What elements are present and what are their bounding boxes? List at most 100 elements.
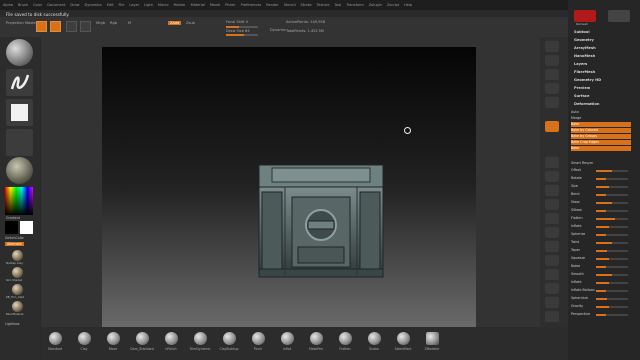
menu-item[interactable]: Preferences	[241, 3, 262, 7]
menu-item[interactable]: Picker	[225, 3, 235, 7]
slider-track[interactable]	[596, 186, 628, 188]
tray-section-6[interactable]: Geometry HD	[574, 78, 601, 82]
projection-master-button[interactable]: Projection Master	[6, 21, 37, 25]
brush-icon[interactable]	[78, 332, 91, 345]
slider-track[interactable]	[596, 226, 628, 228]
view-control-button[interactable]	[545, 269, 559, 280]
tray-section-7[interactable]: Preview	[574, 86, 590, 90]
menu-item[interactable]: Transform	[346, 3, 363, 7]
deformation-list-item[interactable]: Bake Crop Edges	[571, 140, 631, 145]
menu-item[interactable]: Material	[191, 3, 205, 7]
material-sphere-icon[interactable]	[12, 267, 23, 278]
slider-track[interactable]	[596, 306, 628, 308]
brush-icon[interactable]	[252, 332, 265, 345]
brush-icon[interactable]	[194, 332, 207, 345]
menu-item[interactable]: Edit	[107, 3, 114, 7]
deformation-slider[interactable]: Sphericize	[571, 296, 631, 301]
view-control-button[interactable]	[545, 121, 559, 132]
edit-button[interactable]	[36, 21, 47, 32]
view-control-button[interactable]	[545, 199, 559, 210]
tray-section-2[interactable]: ArrayMesh	[574, 46, 596, 50]
material-sphere-icon[interactable]	[12, 250, 23, 261]
slider-track[interactable]	[596, 242, 628, 244]
view-control-button[interactable]	[545, 97, 559, 108]
deformation-list-item[interactable]: Bake by Colored	[571, 128, 631, 133]
brush-icon[interactable]	[107, 332, 120, 345]
menu-item[interactable]: Tool	[335, 3, 342, 7]
alternate-button[interactable]: Alternate	[5, 242, 24, 246]
slider-track[interactable]	[596, 194, 628, 196]
menu-item[interactable]: Texture	[317, 3, 330, 7]
menu-item[interactable]: Color	[33, 3, 42, 7]
view-control-button[interactable]	[545, 185, 559, 196]
slider-track[interactable]	[596, 234, 628, 236]
stroke-icon[interactable]	[6, 69, 33, 96]
slider-track[interactable]	[596, 266, 628, 268]
deformation-slider[interactable]: SSkew	[571, 208, 631, 213]
dynamic-button[interactable]: Dynamic	[270, 28, 286, 32]
menu-item[interactable]: File	[119, 3, 125, 7]
view-control-button[interactable]	[545, 213, 559, 224]
slider-track[interactable]	[596, 314, 628, 316]
deformation-list-item[interactable]: Bake by Groups	[571, 134, 631, 139]
deformation-list-item[interactable]: Merge	[571, 116, 631, 121]
material-sphere-icon[interactable]	[12, 301, 23, 312]
brush-icon[interactable]	[281, 332, 294, 345]
brush-icon[interactable]	[49, 332, 62, 345]
deformation-slider[interactable]: Bend	[571, 192, 631, 197]
texture-thumbnail[interactable]	[6, 129, 33, 156]
deformation-slider[interactable]: Flatten	[571, 216, 631, 221]
focal-shift-slider[interactable]	[226, 26, 258, 28]
view-control-button[interactable]	[545, 69, 559, 80]
slider-track[interactable]	[596, 170, 628, 172]
smart-resym-row[interactable]: Smart Resym	[571, 161, 631, 166]
primary-color-swatch[interactable]	[5, 221, 18, 234]
menu-item[interactable]: Help	[404, 3, 412, 7]
menu-item[interactable]: Stroke	[301, 3, 312, 7]
deformation-slider[interactable]: Skew	[571, 200, 631, 205]
deformation-slider[interactable]: Squeeze	[571, 256, 631, 261]
move-button[interactable]	[66, 21, 77, 32]
tray-section-5[interactable]: FiberMesh	[574, 70, 595, 74]
view-control-button[interactable]	[545, 157, 559, 168]
deformation-slider[interactable]: Size	[571, 184, 631, 189]
material-sphere-icon[interactable]	[12, 284, 23, 295]
draw-button[interactable]	[50, 21, 61, 32]
deformation-slider[interactable]: Rotate	[571, 176, 631, 181]
slider-track[interactable]	[596, 178, 628, 180]
auto-row[interactable]: Auto	[571, 110, 631, 115]
deformation-slider[interactable]: Gravity	[571, 304, 631, 309]
brush-icon[interactable]	[397, 332, 410, 345]
slider-track[interactable]	[596, 202, 628, 204]
deformation-slider[interactable]: Spherize	[571, 232, 631, 237]
menu-item[interactable]: Alpha	[3, 3, 13, 7]
brush-icon[interactable]	[223, 332, 236, 345]
slider-track[interactable]	[596, 290, 628, 292]
brush-icon[interactable]	[426, 332, 439, 345]
brush-thumbnail[interactable]	[6, 39, 33, 66]
view-control-button[interactable]	[545, 171, 559, 182]
deformation-slider[interactable]: Perspective	[571, 312, 631, 317]
deformation-slider[interactable]: Inflate Balloon	[571, 288, 631, 293]
menu-item[interactable]: Render	[266, 3, 278, 7]
secondary-color-swatch[interactable]	[20, 221, 33, 234]
view-control-button[interactable]	[545, 255, 559, 266]
tray-section-3[interactable]: NanoMesh	[574, 54, 595, 58]
slider-track[interactable]	[596, 282, 628, 284]
menu-item[interactable]: Stencil	[284, 3, 296, 7]
slider-track[interactable]	[596, 298, 628, 300]
view-control-button[interactable]	[545, 297, 559, 308]
menu-item[interactable]: Zplugin	[369, 3, 382, 7]
brush-icon[interactable]	[136, 332, 149, 345]
view-control-button[interactable]	[545, 41, 559, 52]
menu-item[interactable]: Movie	[210, 3, 220, 7]
scale-button[interactable]	[80, 21, 91, 32]
menu-item[interactable]: Zscript	[387, 3, 399, 7]
menu-item[interactable]: Dynamics	[85, 3, 102, 7]
menu-item[interactable]: Brush	[18, 3, 28, 7]
deformation-slider[interactable]: Noise	[571, 264, 631, 269]
menu-item[interactable]: Layer	[129, 3, 139, 7]
tray-section-9[interactable]: Deformation	[574, 102, 599, 106]
view-control-button[interactable]	[545, 311, 559, 322]
material-thumbnail[interactable]	[6, 157, 33, 184]
